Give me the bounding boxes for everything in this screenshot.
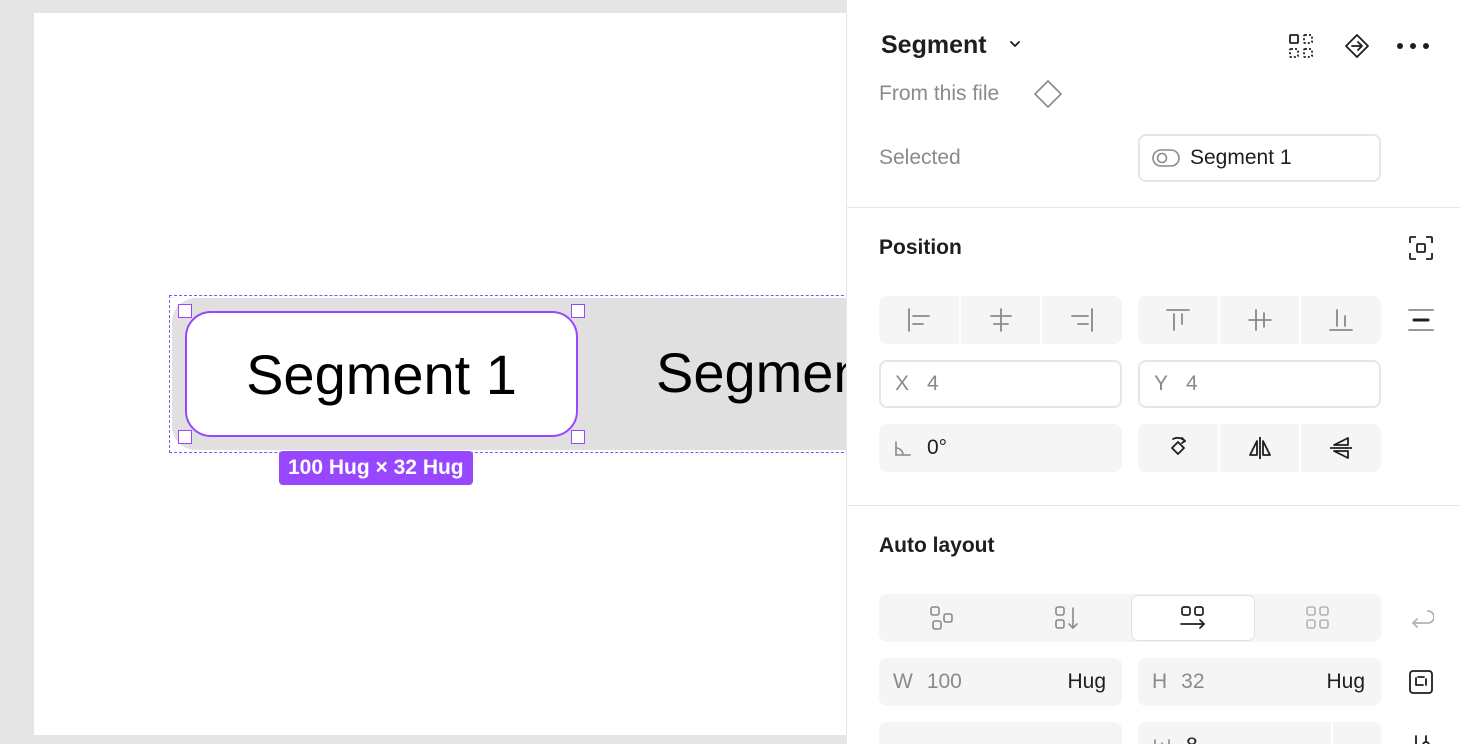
w-sizing-mode[interactable]: Hug [1067, 670, 1106, 694]
gap-value: 8 [1186, 734, 1198, 744]
layout-freeform-icon[interactable] [922, 598, 962, 638]
gap-field[interactable]: 8 [1138, 722, 1381, 744]
x-position-field[interactable]: X 4 [879, 360, 1122, 408]
distribute-icon[interactable] [1401, 300, 1441, 340]
variant-value: Segment 1 [1190, 146, 1292, 169]
layout-horizontal-icon [1173, 598, 1213, 638]
align-horizontal-center-icon[interactable] [961, 296, 1043, 344]
padding-field[interactable] [879, 722, 1122, 744]
wrap-icon[interactable] [1401, 598, 1441, 638]
rotation-field[interactable]: 0° [879, 424, 1122, 472]
width-field[interactable]: W 100 Hug [879, 658, 1122, 706]
transform-group [1138, 424, 1381, 472]
w-value: 100 [926, 670, 962, 693]
auto-layout-heading: Auto layout [879, 534, 995, 557]
x-value: 4 [927, 372, 939, 395]
x-label: X [895, 372, 910, 395]
y-position-field[interactable]: Y 4 [1138, 360, 1381, 408]
rotation-angle-icon [895, 441, 911, 456]
component-source: From this file [879, 82, 1000, 105]
segment-2-label[interactable]: Segmen [656, 340, 846, 405]
align-top-icon[interactable] [1138, 296, 1220, 344]
selected-label: Selected [879, 146, 961, 169]
variant-selector[interactable]: Segment 1 [1138, 134, 1381, 182]
constraints-icon[interactable] [1401, 228, 1441, 268]
h-value: 32 [1181, 670, 1205, 693]
toggle-icon [1152, 149, 1180, 167]
size-badge: 100 Hug × 32 Hug [279, 451, 473, 485]
align-left-icon[interactable] [879, 296, 961, 344]
flip-vertical-icon[interactable] [1301, 424, 1381, 472]
component-diamond-icon [1033, 79, 1063, 114]
height-field[interactable]: H 32 Hug [1138, 658, 1381, 706]
horizontal-align-group [879, 296, 1122, 344]
resize-handle-bottom-left[interactable] [178, 430, 192, 444]
gap-field-divider [1331, 722, 1333, 744]
position-heading: Position [879, 236, 962, 259]
go-to-main-component-icon[interactable] [1337, 26, 1377, 66]
chevron-down-icon[interactable] [1007, 36, 1023, 57]
h-sizing-mode[interactable]: Hug [1326, 670, 1365, 694]
segment-1-label: Segment 1 [246, 342, 517, 406]
resize-handle-top-left[interactable] [178, 304, 192, 318]
h-label: H [1152, 670, 1168, 693]
w-label: W [893, 670, 913, 693]
y-value: 4 [1186, 372, 1198, 395]
flip-horizontal-icon[interactable] [1220, 424, 1302, 472]
more-options-icon[interactable] [1393, 26, 1433, 66]
select-instances-icon[interactable] [1281, 26, 1321, 66]
resize-handle-bottom-right[interactable] [571, 430, 585, 444]
canvas[interactable]: Segment 1 Segmen 100 Hug × 32 Hug [0, 0, 846, 744]
gap-icon [1154, 739, 1170, 744]
vertical-align-group [1138, 296, 1381, 344]
layout-vertical-icon[interactable] [1047, 598, 1087, 638]
divider [847, 505, 1460, 506]
resizing-icon[interactable] [1401, 662, 1441, 702]
layout-settings-icon[interactable] [1401, 726, 1441, 744]
align-vertical-center-icon[interactable] [1220, 296, 1302, 344]
align-right-icon[interactable] [1042, 296, 1122, 344]
segment-1-selected[interactable]: Segment 1 [185, 311, 578, 437]
rotation-value: 0° [927, 436, 948, 459]
align-bottom-icon[interactable] [1301, 296, 1381, 344]
layout-grid-icon[interactable] [1298, 598, 1338, 638]
rotate-90-icon[interactable] [1138, 424, 1220, 472]
component-name[interactable]: Segment [881, 31, 987, 60]
resize-handle-top-right[interactable] [571, 304, 585, 318]
y-label: Y [1154, 372, 1169, 395]
divider [847, 207, 1460, 208]
properties-panel: Segment From this file Selected Segment … [846, 0, 1460, 744]
